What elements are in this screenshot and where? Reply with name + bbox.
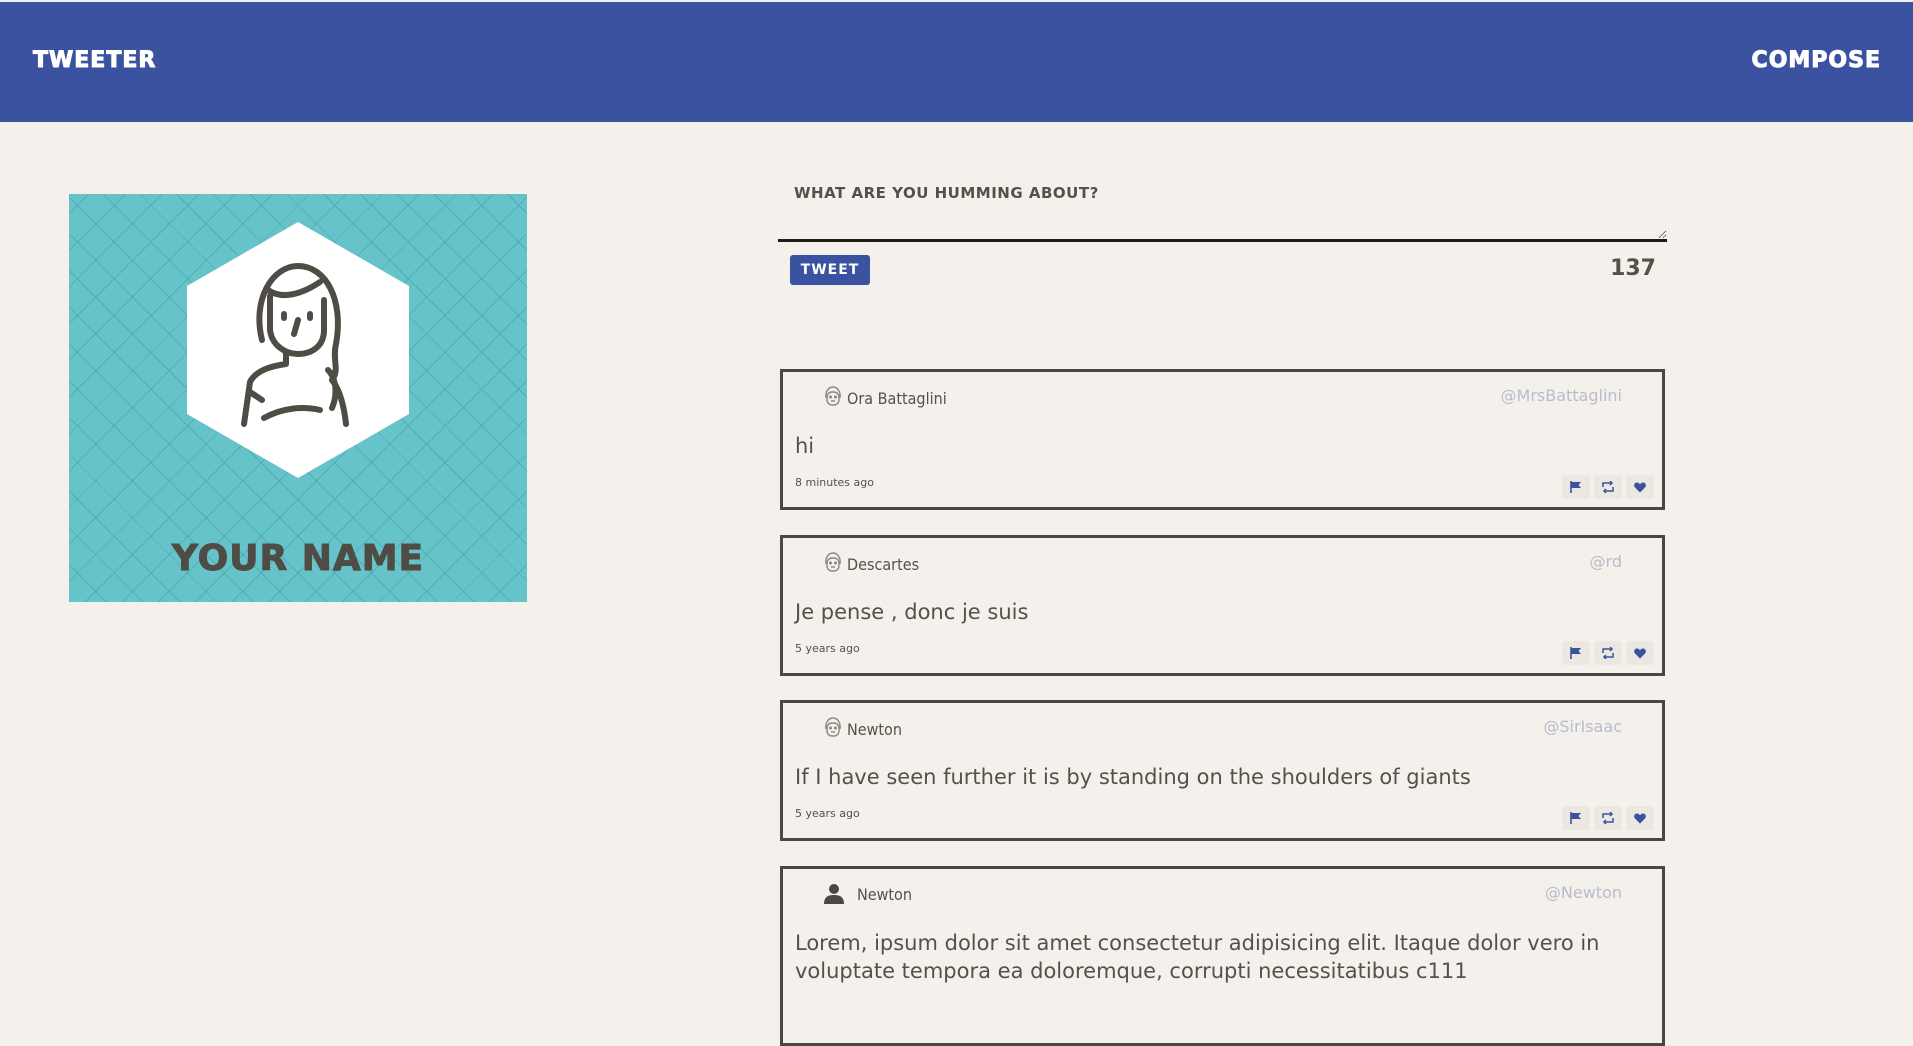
tweet-handle[interactable]: @Newton bbox=[1545, 883, 1622, 902]
tweet-author: Ora Battaglini bbox=[823, 386, 947, 410]
tweet-author: Newton bbox=[823, 717, 902, 741]
face-avatar-icon bbox=[825, 717, 841, 737]
tweet-handle[interactable]: @MrsBattaglini bbox=[1501, 386, 1622, 405]
tweet-content: hi bbox=[795, 434, 815, 458]
heart-icon bbox=[1634, 813, 1646, 823]
like-button[interactable] bbox=[1626, 475, 1654, 499]
tweet-compose-input[interactable] bbox=[778, 172, 1667, 242]
tweet-content: If I have seen further it is by standing… bbox=[795, 765, 1471, 789]
retweet-button[interactable] bbox=[1594, 475, 1622, 499]
user-icon bbox=[824, 884, 844, 904]
flag-button[interactable] bbox=[1562, 475, 1590, 499]
like-button[interactable] bbox=[1626, 806, 1654, 830]
like-button[interactable] bbox=[1626, 641, 1654, 665]
tweet-card: Descartes @rd Je pense , donc je suis 5 … bbox=[780, 535, 1665, 676]
tweet-card: Newton @Newton Lorem, ipsum dolor sit am… bbox=[780, 866, 1665, 1046]
flag-button[interactable] bbox=[1562, 806, 1590, 830]
retweet-icon bbox=[1602, 647, 1614, 659]
woman-avatar-icon bbox=[241, 263, 349, 427]
tweet-author-name[interactable]: Newton bbox=[857, 885, 912, 904]
tweet-card: Newton @SirIsaac If I have seen further … bbox=[780, 700, 1665, 841]
flag-icon bbox=[1570, 481, 1581, 493]
tweet-author-name[interactable]: Newton bbox=[847, 720, 902, 739]
tweet-card: Ora Battaglini @MrsBattaglini hi 8 minut… bbox=[780, 369, 1665, 510]
top-navbar: Tweeter Compose bbox=[0, 2, 1913, 122]
profile-avatar-hexagon bbox=[187, 222, 409, 478]
tweet-actions bbox=[1562, 475, 1654, 499]
tweet-actions bbox=[1562, 806, 1654, 830]
tweet-handle[interactable]: @rd bbox=[1590, 552, 1622, 571]
flag-icon bbox=[1570, 647, 1581, 659]
heart-icon bbox=[1634, 648, 1646, 658]
retweet-icon bbox=[1602, 812, 1614, 824]
tweet-author: Descartes bbox=[823, 552, 919, 576]
tweet-content: Je pense , donc je suis bbox=[795, 600, 1029, 624]
tweet-content: Lorem, ipsum dolor sit amet consectetur … bbox=[795, 931, 1600, 983]
tweet-author-name[interactable]: Ora Battaglini bbox=[847, 389, 947, 408]
app-logo[interactable]: Tweeter bbox=[32, 48, 156, 74]
tweet-actions bbox=[1562, 641, 1654, 665]
tweet-button[interactable]: Tweet bbox=[790, 255, 870, 285]
tweet-author: Newton bbox=[823, 883, 912, 905]
tweet-timestamp: 5 years ago bbox=[795, 642, 860, 655]
profile-name: Your name bbox=[171, 538, 425, 580]
flag-icon bbox=[1570, 812, 1581, 824]
face-avatar-icon bbox=[825, 552, 841, 572]
compose-link[interactable]: Compose bbox=[1751, 48, 1881, 74]
tweet-timestamp: 5 years ago bbox=[795, 807, 860, 820]
retweet-button[interactable] bbox=[1594, 806, 1622, 830]
tweet-author-name[interactable]: Descartes bbox=[847, 555, 919, 574]
face-avatar-icon bbox=[825, 386, 841, 406]
tweet-timestamp: 8 minutes ago bbox=[795, 476, 874, 489]
heart-icon bbox=[1634, 482, 1646, 492]
char-counter: 137 bbox=[1610, 256, 1656, 281]
profile-card: Your name bbox=[69, 194, 527, 602]
retweet-button[interactable] bbox=[1594, 641, 1622, 665]
flag-button[interactable] bbox=[1562, 641, 1590, 665]
retweet-icon bbox=[1602, 481, 1614, 493]
tweet-handle[interactable]: @SirIsaac bbox=[1543, 717, 1622, 736]
